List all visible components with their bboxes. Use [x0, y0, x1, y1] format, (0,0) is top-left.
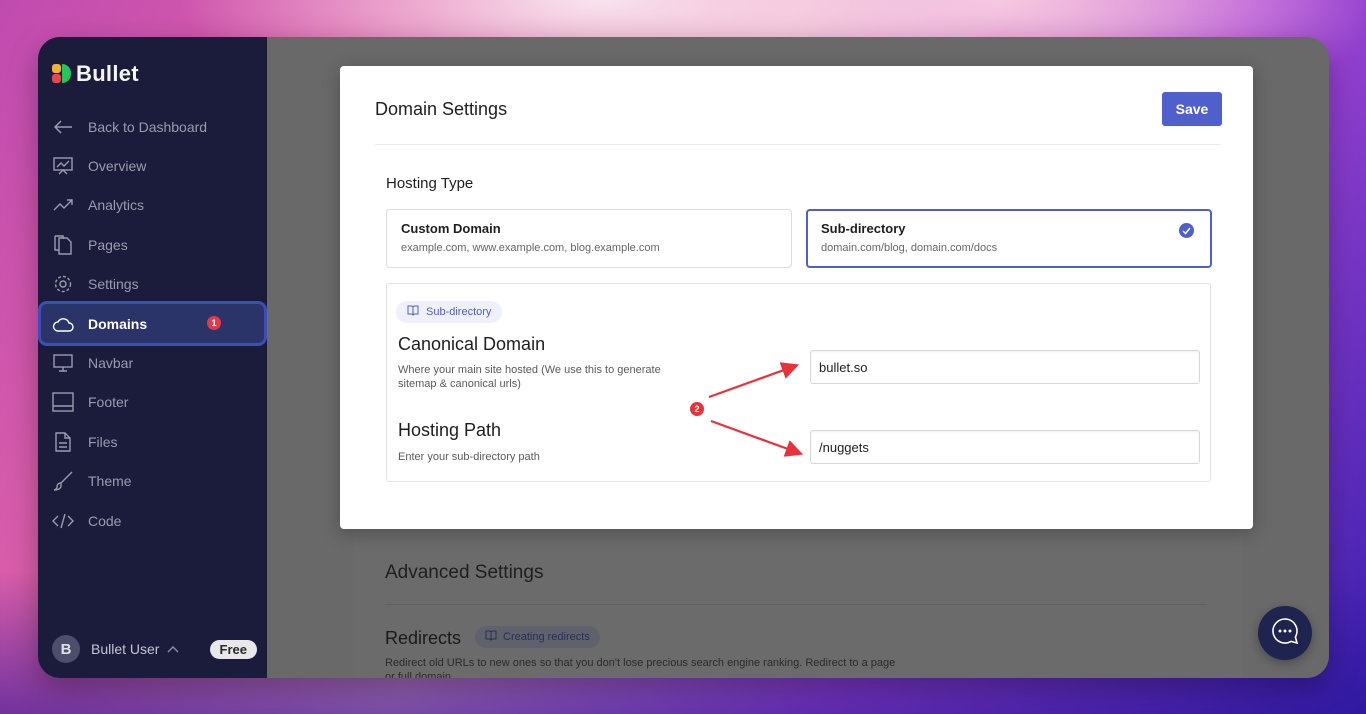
sidebar-item-code[interactable]: Code	[38, 501, 267, 540]
pages-icon	[52, 234, 74, 256]
chart-board-icon	[52, 155, 74, 177]
plan-badge[interactable]: Free	[209, 639, 257, 659]
file-icon	[52, 431, 74, 453]
chip-label: Sub-directory	[426, 306, 492, 318]
cloud-icon	[52, 313, 74, 335]
chat-bubble-icon	[1271, 617, 1299, 650]
app-window: Bullet Back to Dashboard Overview Analyt…	[38, 37, 1329, 678]
option-subtitle: example.com, www.example.com, blog.examp…	[401, 242, 660, 254]
code-icon	[52, 510, 74, 532]
sidebar-item-domains[interactable]: Domains 1	[41, 303, 264, 344]
sub-directory-doc-link[interactable]: Sub-directory	[396, 301, 503, 323]
save-button[interactable]: Save	[1162, 92, 1222, 126]
footer-icon	[52, 391, 74, 413]
option-sub-directory[interactable]: Sub-directory domain.com/blog, domain.co…	[806, 209, 1212, 268]
book-icon	[485, 630, 497, 644]
redirects-chip-label: Creating redirects	[503, 631, 590, 643]
redirects-title: Redirects	[385, 628, 462, 648]
sidebar-item-settings[interactable]: Settings	[38, 265, 267, 304]
arrow-left-icon	[52, 116, 74, 138]
sidebar-item-theme[interactable]: Theme	[38, 462, 267, 501]
hosting-path-description: Enter your sub-directory path	[398, 451, 540, 463]
hosting-path-input[interactable]: /nuggets	[810, 430, 1200, 464]
sidebar-item-label: Code	[88, 512, 122, 529]
book-icon	[407, 305, 419, 319]
canonical-domain-title: Canonical Domain	[398, 334, 546, 354]
divider	[375, 144, 1221, 145]
sidebar-nav: Back to Dashboard Overview Analytics Pag…	[38, 107, 267, 540]
sidebar-item-analytics[interactable]: Analytics	[38, 186, 267, 225]
annotation-number: 2	[694, 404, 700, 414]
brush-icon	[52, 470, 74, 492]
sidebar-item-footer[interactable]: Footer	[38, 383, 267, 422]
chevron-up-icon	[167, 642, 179, 656]
canonical-domain-input[interactable]: bullet.so	[810, 350, 1200, 384]
redirects-doc-link[interactable]: Creating redirects	[475, 626, 600, 648]
notification-badge: 1	[207, 315, 221, 330]
option-subtitle: domain.com/blog, domain.com/docs	[821, 242, 998, 254]
sidebar: Bullet Back to Dashboard Overview Analyt…	[38, 37, 267, 678]
divider	[385, 604, 1207, 605]
sidebar-item-label: Back to Dashboard	[88, 118, 208, 135]
modal-title: Domain Settings	[375, 99, 508, 119]
hosting-path-title: Hosting Path	[398, 420, 502, 440]
bullet-logo-icon	[52, 64, 72, 84]
logo[interactable]: Bullet	[52, 61, 139, 87]
sidebar-item-pages[interactable]: Pages	[38, 225, 267, 264]
user-menu[interactable]: B Bullet User Free	[52, 635, 257, 663]
sidebar-item-label: Theme	[88, 473, 132, 490]
trend-line-icon	[52, 194, 74, 216]
domain-settings-modal: Domain Settings Save Hosting Type Custom…	[340, 66, 1253, 529]
sidebar-item-back-to-dashboard[interactable]: Back to Dashboard	[38, 107, 267, 146]
option-title: Sub-directory	[821, 221, 906, 236]
sidebar-item-label: Analytics	[88, 197, 145, 214]
sidebar-item-label: Domains	[88, 315, 148, 332]
sidebar-item-label: Files	[88, 433, 118, 450]
sidebar-item-navbar[interactable]: Navbar	[38, 343, 267, 382]
monitor-icon	[52, 352, 74, 374]
sidebar-item-label: Footer	[88, 394, 129, 411]
chat-button[interactable]	[1258, 606, 1312, 660]
logo-text: Bullet	[76, 61, 139, 86]
option-custom-domain[interactable]: Custom Domain example.com, www.example.c…	[386, 209, 792, 268]
avatar: B	[52, 635, 80, 663]
sidebar-item-label: Settings	[88, 276, 139, 293]
sidebar-item-label: Overview	[88, 158, 147, 175]
advanced-settings-title: Advanced Settings	[385, 562, 544, 583]
sidebar-item-overview[interactable]: Overview	[38, 146, 267, 185]
redirects-description: Redirect old URLs to new ones so that yo…	[385, 657, 896, 678]
check-circle-icon	[1179, 223, 1194, 238]
sidebar-item-label: Navbar	[88, 355, 134, 372]
hosting-type-label: Hosting Type	[386, 175, 474, 192]
sidebar-item-label: Pages	[88, 236, 128, 253]
gear-icon	[52, 273, 74, 295]
user-name: Bullet User	[91, 641, 160, 657]
sidebar-item-files[interactable]: Files	[38, 422, 267, 461]
option-title: Custom Domain	[401, 221, 501, 236]
sub-directory-settings: Sub-directory Canonical Domain Where you…	[386, 283, 1211, 482]
canonical-domain-description: Where your main site hosted (We use this…	[398, 364, 661, 390]
